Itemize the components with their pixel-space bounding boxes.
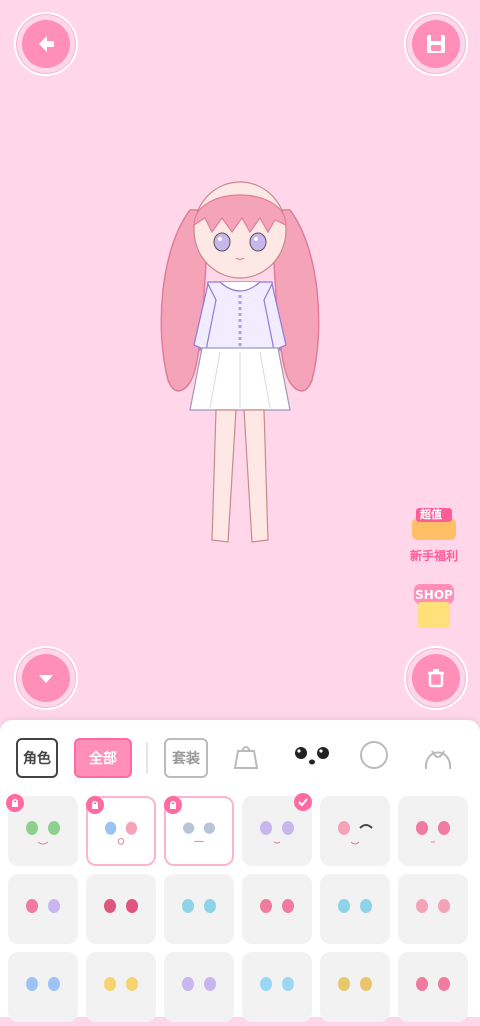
eye-option-card[interactable] (164, 796, 234, 866)
eyes-preview-icon (260, 899, 294, 913)
tab-all[interactable]: 全部 (74, 738, 132, 778)
welfare-label: 新手福利 (409, 549, 458, 563)
eyes-preview-icon (182, 899, 216, 913)
eye-option-card[interactable] (242, 793, 312, 866)
welfare-promo[interactable]: 超值 新手福利 (404, 500, 464, 564)
character-avatar (160, 181, 320, 543)
back-button[interactable] (14, 12, 78, 76)
eye-option-card[interactable] (320, 796, 390, 866)
eyes-preview-icon (104, 899, 138, 913)
check-icon (294, 793, 312, 811)
eyes-preview-icon (26, 977, 60, 991)
eye-option-card[interactable] (398, 952, 468, 1022)
eyes-preview-icon (338, 821, 373, 845)
eyes-preview-icon (338, 977, 372, 991)
eye-option-card[interactable] (398, 796, 468, 866)
eyes-preview-icon (338, 899, 372, 913)
back-arrow-icon (22, 20, 70, 68)
trash-icon (412, 654, 460, 702)
shop-button[interactable]: SHOP (404, 578, 464, 635)
lock-icon (164, 796, 182, 814)
save-button[interactable] (404, 12, 468, 76)
face-icon[interactable] (356, 738, 392, 774)
chevron-down-icon (22, 654, 70, 702)
tab-role[interactable]: 角色 (16, 738, 58, 778)
eye-option-card[interactable] (8, 952, 78, 1022)
eye-option-card[interactable] (86, 874, 156, 944)
character-stage: 超值 新手福利 SHOP (0, 0, 480, 720)
eyes-preview-icon (416, 977, 450, 991)
category-tabs: 角色 全部 套装 (0, 720, 480, 792)
eye-option-card[interactable] (6, 794, 78, 866)
eye-option-card[interactable] (164, 874, 234, 944)
item-picker-panel: 角色 全部 套装 (0, 720, 480, 1022)
lock-icon (6, 794, 24, 812)
eye-option-card[interactable] (164, 952, 234, 1022)
eyes-icon[interactable] (290, 738, 334, 774)
eye-option-card[interactable] (398, 874, 468, 944)
eyes-preview-icon (416, 899, 450, 913)
tab-divider (146, 742, 148, 774)
bag-icon[interactable] (228, 738, 264, 774)
lock-icon (86, 796, 104, 814)
collapse-button[interactable] (14, 646, 78, 710)
eye-option-card[interactable] (86, 796, 156, 866)
eye-option-card[interactable] (242, 874, 312, 944)
welfare-badge-text: 超值 (420, 508, 442, 521)
save-floppy-icon (412, 20, 460, 68)
eyes-preview-icon (260, 977, 294, 991)
eyes-preview-icon (182, 977, 216, 991)
eye-option-card[interactable] (320, 874, 390, 944)
delete-button[interactable] (404, 646, 468, 710)
tab-outfit[interactable]: 套装 (164, 738, 208, 778)
eyes-preview-icon (416, 821, 450, 843)
eye-option-card[interactable] (320, 952, 390, 1022)
shop-icon (414, 584, 454, 628)
eye-option-card[interactable] (242, 952, 312, 1022)
eyes-preview-icon (104, 977, 138, 991)
eyes-preview-icon (26, 899, 60, 913)
eye-option-card[interactable] (86, 952, 156, 1022)
eye-option-card[interactable] (8, 874, 78, 944)
shop-label: SHOP (415, 588, 453, 602)
hair-icon[interactable] (420, 738, 456, 774)
